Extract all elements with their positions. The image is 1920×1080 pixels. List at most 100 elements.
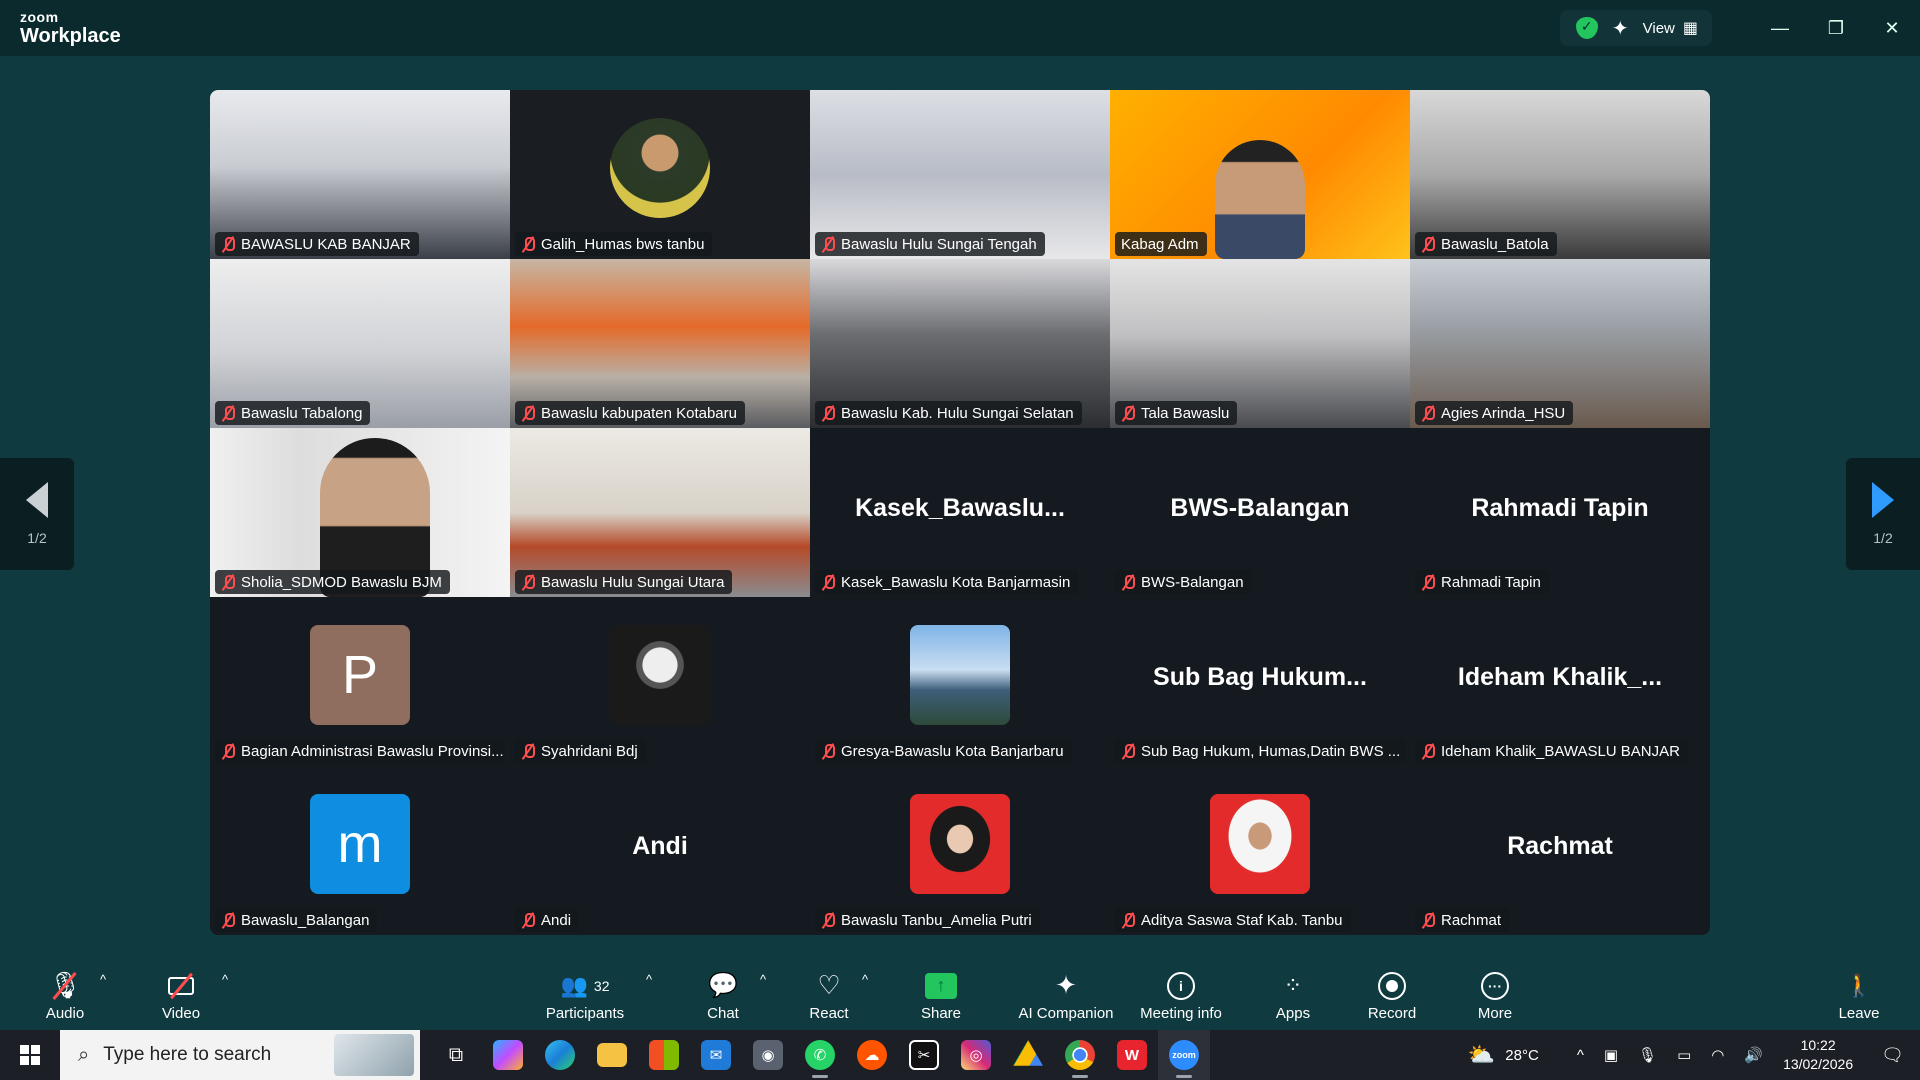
participant-tile[interactable]: BWS-Balangan BWS-Balangan: [1110, 428, 1410, 597]
mic-muted-icon: [1421, 236, 1435, 252]
google-drive-icon: [1013, 1040, 1043, 1066]
participant-tile[interactable]: Bawaslu Hulu Sungai Tengah: [810, 90, 1110, 259]
participant-tile[interactable]: m Bawaslu_Balangan: [210, 766, 510, 935]
instagram-app[interactable]: ◎: [950, 1030, 1002, 1080]
participant-tile[interactable]: Bawaslu Hulu Sungai Utara: [510, 428, 810, 597]
capcut-app[interactable]: ✂: [898, 1030, 950, 1080]
participant-tile[interactable]: Tala Bawaslu: [1110, 259, 1410, 428]
avatar-letter: m: [310, 794, 410, 894]
participant-tile[interactable]: Kasek_Bawaslu... Kasek_Bawaslu Kota Banj…: [810, 428, 1110, 597]
participant-tile[interactable]: Bawaslu Kab. Hulu Sungai Selatan: [810, 259, 1110, 428]
meeting-info-button[interactable]: i Meeting info: [1134, 960, 1228, 1030]
participant-name: Bawaslu kabupaten Kotabaru: [541, 404, 737, 422]
whatsapp-app[interactable]: ✆: [794, 1030, 846, 1080]
participant-tile[interactable]: Aditya Saswa Staf Kab. Tanbu: [1110, 766, 1410, 935]
capcut-icon: ✂: [909, 1040, 939, 1070]
record-button[interactable]: Record: [1366, 960, 1418, 1030]
participant-tile[interactable]: Agies Arinda_HSU: [1410, 259, 1710, 428]
participant-tile[interactable]: Sholia_SDMOD Bawaslu BJM: [210, 428, 510, 597]
chrome-app[interactable]: [1054, 1030, 1106, 1080]
soundcloud-app[interactable]: ☁: [846, 1030, 898, 1080]
camera-icon: ◉: [753, 1040, 783, 1070]
participant-tile[interactable]: Bawaslu kabupaten Kotabaru: [510, 259, 810, 428]
chat-button[interactable]: 💬 Chat: [698, 960, 748, 1030]
minimize-button[interactable]: —: [1752, 0, 1808, 56]
brand-top: zoom: [20, 9, 59, 25]
participant-tile[interactable]: Gresya-Bawaslu Kota Banjarbaru: [810, 597, 1110, 766]
participant-tile[interactable]: Galih_Humas bws tanbu: [510, 90, 810, 259]
participant-tile[interactable]: Syahridani Bdj: [510, 597, 810, 766]
landscape-avatar: [910, 625, 1010, 725]
leave-button[interactable]: 🚶 Leave: [1836, 960, 1882, 1030]
zoom-app[interactable]: zoom: [1158, 1030, 1210, 1080]
temperature[interactable]: 28°C: [1505, 1047, 1539, 1064]
restore-button[interactable]: ❐: [1808, 0, 1864, 56]
clock[interactable]: 10:22 13/02/2026: [1783, 1036, 1853, 1074]
page-indicator-right: 1/2: [1873, 530, 1893, 546]
microphone-icon[interactable]: 🎙: [1638, 1046, 1657, 1064]
participant-tile[interactable]: Ideham Khalik_... Ideham Khalik_BAWASLU …: [1410, 597, 1710, 766]
previous-page-button[interactable]: 1/2: [0, 458, 74, 570]
camera-app[interactable]: ◉: [742, 1030, 794, 1080]
name-tag: Bawaslu_Balangan: [215, 908, 378, 932]
participant-tile[interactable]: P Bagian Administrasi Bawaslu Provinsi..…: [210, 597, 510, 766]
audio-options-chevron-icon[interactable]: ^: [100, 972, 106, 987]
ai-companion-button[interactable]: ✦ AI Companion: [1010, 960, 1122, 1030]
volume-icon[interactable]: 🔊: [1744, 1046, 1763, 1064]
wps-office-app[interactable]: W: [1106, 1030, 1158, 1080]
device-icon[interactable]: ▣: [1604, 1046, 1618, 1064]
audio-button[interactable]: 🎙 Audio: [40, 960, 90, 1030]
instagram-icon: ◎: [961, 1040, 991, 1070]
edge-icon: [545, 1040, 575, 1070]
task-view-button[interactable]: ⧉: [430, 1030, 482, 1080]
wifi-icon[interactable]: ◠: [1711, 1046, 1724, 1064]
participants-count: 32: [593, 977, 610, 994]
start-button[interactable]: [0, 1030, 60, 1080]
react-button[interactable]: ♡ React: [804, 960, 854, 1030]
close-button[interactable]: ✕: [1864, 0, 1920, 56]
notifications-icon[interactable]: 🗨: [1881, 1045, 1904, 1066]
view-button[interactable]: View ▦: [1643, 18, 1698, 38]
store-app[interactable]: [638, 1030, 690, 1080]
copilot-app[interactable]: [482, 1030, 534, 1080]
participant-display-name: BWS-Balangan: [1170, 494, 1350, 522]
participant-name: Bawaslu_Batola: [1441, 235, 1549, 253]
clock-date: 13/02/2026: [1783, 1056, 1854, 1072]
leave-icon: 🚶: [1845, 972, 1873, 998]
participants-button[interactable]: 👥 32 Participants: [538, 960, 632, 1030]
participant-tile[interactable]: Bawaslu Tabalong: [210, 259, 510, 428]
participant-tile-active-speaker[interactable]: Kabag Adm: [1110, 90, 1410, 259]
ai-sparkle-icon[interactable]: ✦: [1612, 16, 1629, 41]
weather-cloud-icon[interactable]: ⛅: [1468, 1042, 1495, 1068]
more-button[interactable]: ··· More: [1470, 960, 1520, 1030]
participants-options-chevron-icon[interactable]: ^: [646, 972, 652, 987]
participant-tile[interactable]: Bawaslu Tanbu_Amelia Putri: [810, 766, 1110, 935]
participant-tile[interactable]: Sub Bag Hukum... Sub Bag Hukum, Humas,Da…: [1110, 597, 1410, 766]
taskbar-search[interactable]: ⌕ Type here to search: [60, 1030, 420, 1080]
chevron-up-icon[interactable]: ^: [1577, 1047, 1584, 1064]
name-tag: Kabag Adm: [1115, 232, 1207, 256]
chat-options-chevron-icon[interactable]: ^: [760, 972, 766, 987]
edge-app[interactable]: [534, 1030, 586, 1080]
participant-tile[interactable]: Rahmadi Tapin Rahmadi Tapin: [1410, 428, 1710, 597]
next-page-button[interactable]: 1/2: [1846, 458, 1920, 570]
participant-tile[interactable]: Andi Andi: [510, 766, 810, 935]
participant-tile[interactable]: Bawaslu_Batola: [1410, 90, 1710, 259]
file-explorer-app[interactable]: [586, 1030, 638, 1080]
windows-taskbar: ⌕ Type here to search ⧉ ✉ ◉ ✆ ☁ ✂ ◎ W zo…: [0, 1030, 1920, 1080]
participant-tile[interactable]: BAWASLU KAB BANJAR: [210, 90, 510, 259]
video-options-chevron-icon[interactable]: ^: [222, 972, 228, 987]
battery-icon[interactable]: ▭: [1677, 1046, 1691, 1064]
participant-tile[interactable]: Rachmat Rachmat: [1410, 766, 1710, 935]
heart-icon: ♡: [817, 970, 841, 1000]
video-button[interactable]: Video: [156, 960, 206, 1030]
google-drive-app[interactable]: [1002, 1030, 1054, 1080]
react-options-chevron-icon[interactable]: ^: [862, 972, 868, 987]
record-icon: [1378, 971, 1406, 1000]
wps-icon: W: [1117, 1040, 1147, 1070]
security-shield-icon[interactable]: [1575, 17, 1598, 39]
mail-app[interactable]: ✉: [690, 1030, 742, 1080]
apps-button[interactable]: ⁘ Apps: [1268, 960, 1318, 1030]
share-button[interactable]: ↑ Share: [915, 960, 967, 1030]
name-tag: BAWASLU KAB BANJAR: [215, 232, 419, 256]
